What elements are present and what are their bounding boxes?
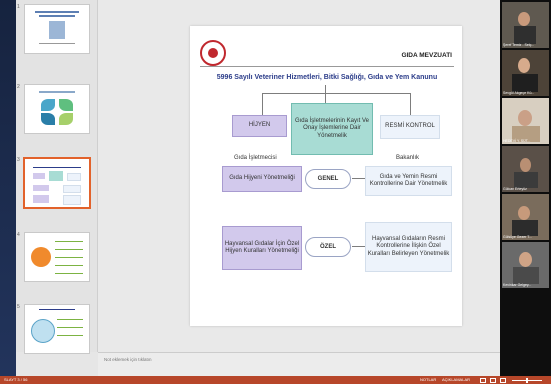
hayvansal-resmi-box: Hayvansal Gıdaların Resmi Kontrollerine … xyxy=(365,222,452,272)
participant-name: Sevgül Akgeçe Kü... xyxy=(503,91,535,95)
law-title: 5996 Sayılı Veteriner Hizmetleri, Bitki … xyxy=(216,74,438,81)
genel-pill: GENEL xyxy=(305,169,351,189)
notes-button[interactable]: NOTLAR xyxy=(420,377,436,382)
participant-tile[interactable]: Gülcan Erteyüz xyxy=(502,146,549,192)
resmi-kontrol-box: RESMİ KONTROL xyxy=(380,115,440,139)
header-divider xyxy=(200,66,454,67)
thumb-number: 4 xyxy=(17,232,20,238)
participant-tile[interactable]: Kevinkar Gelgey... xyxy=(502,242,549,288)
slide-thumbnail-2[interactable] xyxy=(24,84,90,134)
zoom-slider-handle[interactable] xyxy=(526,378,528,383)
gida-isletmecisi-label: Gıda İşletmecisi xyxy=(234,155,277,161)
slide-header: GIDA MEVZUATI xyxy=(401,52,452,59)
participant-name: Gülcan Erteyüz xyxy=(503,187,527,191)
video-participants-strip: Şeref Temiz - Selç... Sevgül Akgeçe Kü..… xyxy=(500,0,551,376)
presentation-window: 1 2 3 4 5 GIDA MEVZUATI 5996 Sayılı Vete… xyxy=(0,0,500,376)
thumb-number: 1 xyxy=(17,4,20,10)
normal-view-icon[interactable] xyxy=(480,378,486,383)
slide-counter: SLAYT 3 / 56 xyxy=(4,377,28,382)
slide-thumbnail-4[interactable] xyxy=(24,232,90,282)
participant-tile[interactable]: Gülsüye Gezer T... xyxy=(502,194,549,240)
status-bar: SLAYT 3 / 56 NOTLAR AÇIKLAMALAR xyxy=(0,376,551,384)
thumb-number: 3 xyxy=(17,157,20,163)
left-background xyxy=(0,0,16,376)
current-slide: GIDA MEVZUATI 5996 Sayılı Veteriner Hizm… xyxy=(190,26,462,326)
connector xyxy=(410,93,411,115)
participant-tile[interactable]: Sevgül Akgeçe Kü... xyxy=(502,50,549,96)
slide-thumbnail-pane: 1 2 3 4 5 xyxy=(16,0,98,354)
participant-name: HEDEVİ Y. SÜT... xyxy=(503,139,531,143)
sorter-view-icon[interactable] xyxy=(490,378,496,383)
reading-view-icon[interactable] xyxy=(500,378,506,383)
slide-canvas: GIDA MEVZUATI 5996 Sayılı Veteriner Hizm… xyxy=(98,0,500,352)
participant-name: Şeref Temiz - Selç... xyxy=(503,43,535,47)
slide-thumbnail-3[interactable] xyxy=(23,157,91,209)
participant-name: Kevinkar Gelgey... xyxy=(503,283,532,287)
participant-tile[interactable]: Şeref Temiz - Selç... xyxy=(502,2,549,48)
connector xyxy=(325,93,326,103)
resmi-kontroller-box: Gıda ve Yemin Resmi Kontrollerine Dair Y… xyxy=(365,166,452,196)
slide-thumbnail-1[interactable] xyxy=(24,4,90,54)
connector xyxy=(262,93,410,94)
connector xyxy=(325,85,326,93)
kayit-onay-box: Gıda İşletmelerinin Kayıt Ve Onay İşleml… xyxy=(291,103,373,155)
notes-placeholder: Not eklemek için tıklatın xyxy=(104,357,152,362)
bakanlik-label: Bakanlık xyxy=(396,155,420,161)
slide-thumbnail-5[interactable] xyxy=(24,304,90,354)
comments-button[interactable]: AÇIKLAMALAR xyxy=(442,377,470,382)
gida-hijyeni-box: Gıda Hijyeni Yönetmeliği xyxy=(222,166,302,192)
participant-name: Gülsüye Gezer T... xyxy=(503,235,532,239)
ozel-pill: ÖZEL xyxy=(305,237,351,257)
connector xyxy=(262,93,263,115)
hayvansal-hijyen-box: Hayvansal Gıdalar İçin Özel Hijyen Kural… xyxy=(222,226,302,270)
hijyen-box: HİJYEN xyxy=(232,115,287,137)
thumb-number: 2 xyxy=(17,84,20,90)
notes-pane[interactable]: Not eklemek için tıklatın xyxy=(98,352,500,376)
ministry-logo xyxy=(200,40,226,66)
participant-tile[interactable]: HEDEVİ Y. SÜT... xyxy=(502,98,549,144)
thumb-number: 5 xyxy=(17,304,20,310)
